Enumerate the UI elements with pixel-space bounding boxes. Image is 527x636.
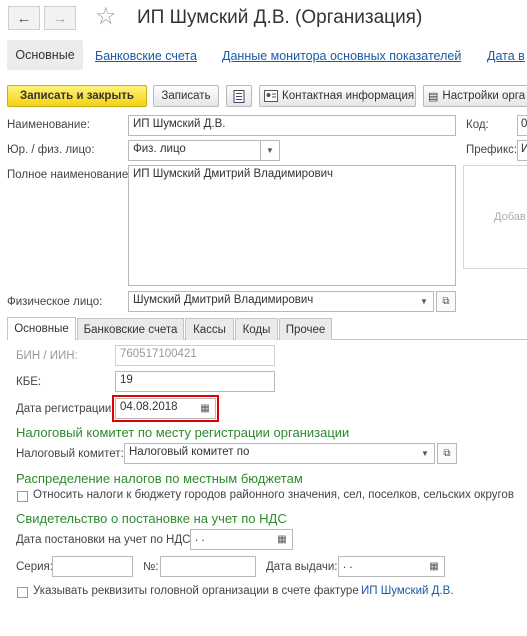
legal-type-label: Юр. / физ. лицо: — [7, 144, 95, 156]
nav-tab-main-label: Основные — [15, 48, 75, 62]
name-input[interactable]: ИП Шумский Д.В. — [128, 115, 456, 136]
list-report-icon — [233, 89, 245, 103]
head-org-link[interactable]: ИП Шумский Д.В. — [361, 585, 453, 597]
vat-date-input[interactable]: . . ▦ — [190, 529, 293, 550]
legal-type-select[interactable]: Физ. лицо ▼ — [128, 140, 280, 161]
logo-placeholder[interactable]: Добав — [463, 165, 527, 269]
calendar-icon[interactable]: ▦ — [272, 530, 292, 549]
contact-info-label: Контактная информация — [282, 90, 415, 102]
tax-committee-label: Налоговый комитет: — [16, 448, 124, 460]
tax-committee-value: Налоговый комитет по — [129, 446, 250, 458]
issue-date-label: Дата выдачи: — [266, 561, 338, 573]
kbe-input[interactable]: 19 — [115, 371, 275, 392]
tax-section-heading: Налоговый комитет по месту регистрации о… — [16, 425, 350, 440]
number-input[interactable] — [160, 556, 256, 577]
person-value: Шумский Дмитрий Владимирович — [133, 294, 314, 306]
series-input[interactable] — [52, 556, 133, 577]
open-link-icon: ⧉ — [442, 296, 450, 307]
series-label: Серия: — [16, 561, 53, 573]
full-name-textarea[interactable]: ИП Шумский Дмитрий Владимирович — [128, 165, 456, 286]
name-label: Наименование: — [7, 119, 90, 131]
open-tax-committee-button[interactable]: ⧉ — [437, 443, 457, 464]
vat-section-heading: Свидетельство о постановке на учет по НД… — [16, 511, 287, 526]
person-select[interactable]: Шумский Дмитрий Владимирович ▼ — [128, 291, 434, 312]
issue-date-value: . . — [343, 559, 353, 571]
issue-date-input[interactable]: . . ▦ — [338, 556, 445, 577]
tab-codes[interactable]: Коды — [235, 318, 278, 340]
head-org-checkbox[interactable] — [17, 587, 28, 598]
open-link-icon: ⧉ — [443, 448, 451, 459]
contact-card-icon — [264, 90, 278, 102]
nav-tab-monitor-data[interactable]: Данные монитора основных показателей — [222, 49, 461, 63]
open-person-button[interactable]: ⧉ — [436, 291, 456, 312]
document-icon: ▤ — [428, 90, 439, 103]
nav-tab-main[interactable]: Основные — [7, 40, 83, 70]
tab-cash-desks[interactable]: Кассы — [185, 318, 234, 340]
full-name-label: Полное наименование: — [7, 169, 132, 181]
chevron-down-icon[interactable]: ▼ — [260, 141, 279, 160]
reg-date-label: Дата регистрации: — [16, 403, 115, 415]
tab-bank-accounts[interactable]: Банковские счета — [77, 318, 184, 340]
code-label: Код: — [466, 119, 489, 131]
number-label: №: — [143, 561, 159, 573]
bin-label: БИН / ИИН: — [16, 350, 78, 362]
org-settings-label: Настройки орга — [442, 90, 526, 102]
chevron-down-icon[interactable]: ▼ — [415, 292, 433, 311]
calendar-icon[interactable]: ▦ — [424, 557, 444, 576]
save-and-close-button[interactable]: Записать и закрыть — [7, 85, 147, 107]
bin-input[interactable]: 760517100421 — [115, 345, 275, 366]
page-title: ИП Шумский Д.В. (Организация) — [137, 7, 423, 28]
org-settings-button[interactable]: ▤ Настройки орга — [423, 85, 527, 107]
contact-info-button[interactable]: Контактная информация — [259, 85, 416, 107]
vat-date-label: Дата постановки на учет по НДС: — [16, 534, 194, 546]
favorite-star-icon[interactable]: ☆ — [95, 3, 117, 31]
back-button[interactable]: ← — [8, 6, 40, 30]
tab-other[interactable]: Прочее — [279, 318, 332, 340]
vat-date-value: . . — [195, 532, 205, 544]
tax-committee-select[interactable]: Налоговый комитет по ▼ — [124, 443, 435, 464]
nav-tab-dates[interactable]: Дата в — [487, 49, 525, 63]
report-button[interactable] — [226, 85, 252, 107]
chevron-down-icon[interactable]: ▼ — [416, 444, 434, 463]
arrow-left-icon: ← — [16, 9, 32, 27]
kbe-label: КБЕ: — [16, 376, 42, 388]
code-input[interactable]: 0 — [517, 115, 527, 136]
prefix-label: Префикс: — [466, 144, 518, 156]
local-budget-checkbox[interactable] — [17, 491, 28, 502]
legal-type-value: Физ. лицо — [133, 143, 186, 155]
forward-button[interactable]: → — [44, 6, 76, 30]
person-label: Физическое лицо: — [7, 296, 103, 308]
save-button[interactable]: Записать — [153, 85, 219, 107]
head-org-check-label: Указывать реквизиты головной организации… — [33, 585, 359, 597]
nav-tab-bank-accounts[interactable]: Банковские счета — [95, 49, 197, 63]
calendar-icon[interactable]: ▦ — [195, 399, 215, 418]
add-logo-label: Добав — [494, 211, 526, 223]
reg-date-value: 04.08.2018 — [120, 401, 178, 413]
reg-date-input[interactable]: 04.08.2018 ▦ — [115, 398, 216, 419]
arrow-right-icon: → — [52, 9, 68, 27]
local-budget-check-label: Относить налоги к бюджету городов районн… — [33, 489, 514, 501]
prefix-input[interactable]: И — [517, 140, 527, 161]
local-budget-heading: Распределение налогов по местным бюджета… — [16, 471, 303, 486]
tab-main[interactable]: Основные — [7, 317, 76, 340]
